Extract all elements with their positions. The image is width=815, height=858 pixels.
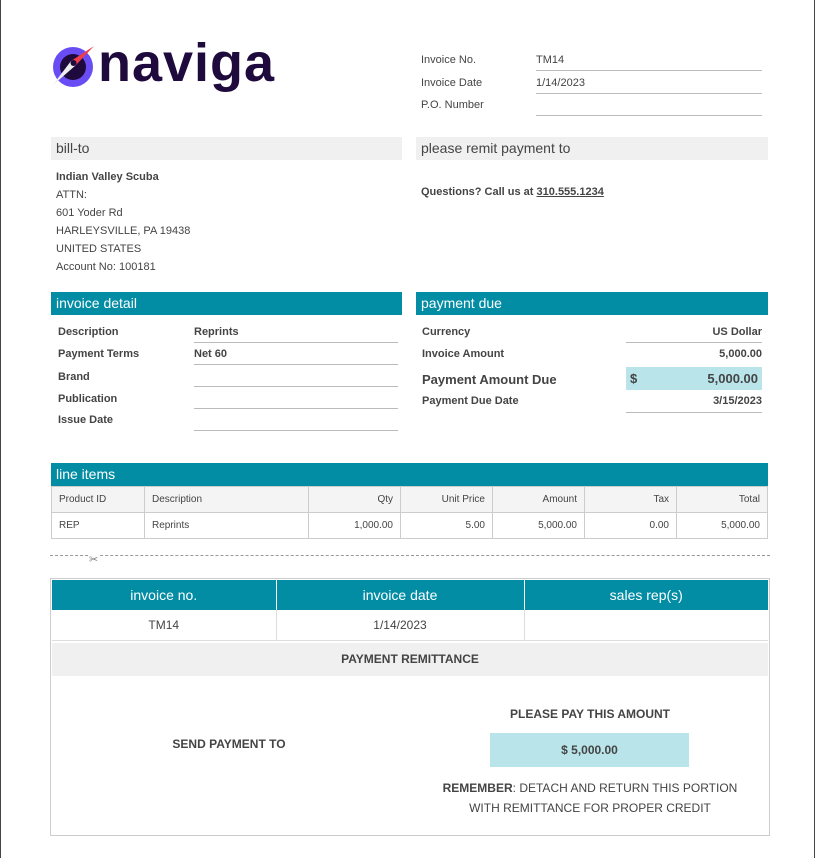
invoice-amount-label: Invoice Amount (422, 348, 505, 360)
line-items-table: Product ID Description Qty Unit Price Am… (51, 486, 768, 539)
brand-label: Brand (58, 371, 90, 383)
payment-remittance-banner: PAYMENT REMITTANCE (52, 643, 768, 676)
table-header-row: Product ID Description Qty Unit Price Am… (51, 486, 768, 513)
cell-description: Reprints (144, 512, 309, 539)
currency-value: US Dollar (626, 326, 762, 343)
bill-to-address: Indian Valley Scuba ATTN: 601 Yoder Rd H… (56, 168, 190, 276)
naviga-logo: naviga (50, 33, 300, 105)
please-pay-label: PLEASE PAY THIS AMOUNT (509, 707, 671, 721)
col-unit-price: Unit Price (400, 486, 493, 513)
issue-date-label: Issue Date (58, 414, 114, 426)
payment-terms-label: Payment Terms (58, 348, 140, 360)
remit-invoice-date: 1/14/2023 (276, 610, 525, 641)
issue-date-value (194, 414, 398, 431)
col-description: Description (144, 486, 309, 513)
remember-note: REMEMBER: DETACH AND RETURN THIS PORTION… (411, 778, 769, 818)
col-product-id: Product ID (51, 486, 145, 513)
account-number: Account No: 100181 (56, 261, 156, 273)
amount-due-value: 5,000.00 (707, 371, 758, 386)
description-label: Description (58, 326, 119, 338)
country: UNITED STATES (56, 243, 142, 255)
po-value (536, 99, 762, 116)
invoice-date-value: 1/14/2023 (536, 77, 762, 94)
col-invoice-date: invoice date (276, 580, 525, 610)
cell-qty: 1,000.00 (308, 512, 401, 539)
attn: ATTN: (56, 189, 87, 201)
remittance-table: invoice no. invoice date sales rep(s) TM… (52, 580, 768, 641)
payment-terms-value: Net 60 (194, 348, 398, 365)
cell-tax: 0.00 (584, 512, 677, 539)
currency-label: Currency (422, 326, 471, 338)
logo-text: naviga (98, 33, 276, 93)
pay-amount-box: $ 5,000.00 (490, 733, 689, 767)
send-payment-to: SEND PAYMENT TO (172, 737, 286, 751)
description-value: Reprints (194, 326, 398, 343)
brand-value (194, 370, 398, 387)
invoice-date-label: Invoice Date (421, 77, 483, 89)
line-items-header: line items (51, 463, 768, 486)
invoice-detail-header: invoice detail (51, 292, 402, 315)
detach-line (50, 555, 770, 556)
col-amount: Amount (492, 486, 585, 513)
remittance-slip: invoice no. invoice date sales rep(s) TM… (50, 578, 770, 836)
cell-total: 5,000.00 (676, 512, 768, 539)
col-tax: Tax (584, 486, 677, 513)
questions-label: Questions? Call us at (421, 186, 534, 198)
payment-due-header: payment due (416, 292, 768, 315)
street: 601 Yoder Rd (56, 207, 123, 219)
col-total: Total (676, 486, 768, 513)
remember-text-2: WITH REMITTANCE FOR PROPER CREDIT (469, 801, 711, 815)
cell-product-id: REP (51, 512, 145, 539)
customer-name: Indian Valley Scuba (56, 171, 159, 183)
amount-due-box: $ 5,000.00 (626, 367, 762, 390)
remit-invoice-no: TM14 (52, 610, 277, 641)
due-date-label: Payment Due Date (422, 395, 519, 407)
col-sales-reps: sales rep(s) (524, 580, 768, 610)
cell-unit-price: 5.00 (400, 512, 493, 539)
remember-bold: REMEMBER (442, 781, 513, 795)
publication-label: Publication (58, 393, 118, 405)
col-invoice-no: invoice no. (52, 580, 277, 610)
city: HARLEYSVILLE, PA 19438 (56, 225, 191, 237)
publication-value (194, 392, 398, 409)
col-qty: Qty (308, 486, 401, 513)
remember-text: : DETACH AND RETURN THIS PORTION (512, 781, 738, 795)
currency-symbol: $ (630, 371, 638, 386)
amount-due-label: Payment Amount Due (422, 372, 557, 387)
table-row: REP Reprints 1,000.00 5.00 5,000.00 0.00… (51, 512, 768, 539)
invoice-amount-value: 5,000.00 (719, 348, 762, 360)
invoice-no-label: Invoice No. (421, 54, 477, 66)
remit-sales-reps (524, 610, 768, 641)
cell-amount: 5,000.00 (492, 512, 585, 539)
remit-header: please remit payment to (416, 137, 768, 160)
bill-to-header: bill-to (51, 137, 402, 160)
phone-link[interactable]: 310.555.1234 (537, 186, 604, 198)
scissors-icon: ✂ (89, 553, 99, 566)
questions-text: Questions? Call us at 310.555.1234 (421, 186, 604, 198)
due-date-value: 3/15/2023 (626, 395, 762, 413)
po-label: P.O. Number (421, 99, 484, 111)
invoice-no-value: TM14 (536, 54, 762, 71)
